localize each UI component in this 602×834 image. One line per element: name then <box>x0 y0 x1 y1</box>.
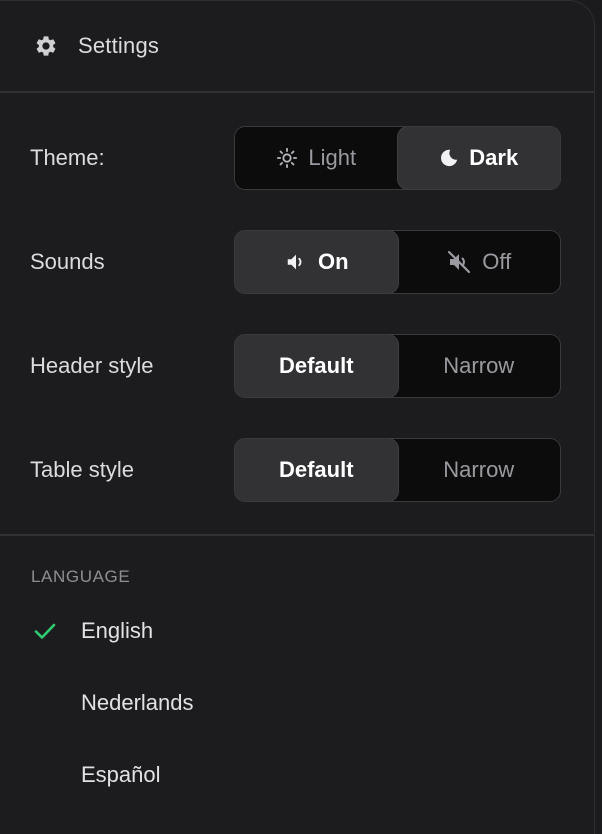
header-style-row: Header style Default Narrow <box>0 334 594 398</box>
sounds-label: Sounds <box>30 249 105 274</box>
language-label: English <box>81 618 154 643</box>
table-style-narrow-label: Narrow <box>443 457 515 482</box>
language-item-english[interactable]: English <box>0 609 594 653</box>
language-heading: LANGUAGE <box>31 567 131 586</box>
sounds-off-button[interactable]: Off <box>398 231 561 293</box>
header-style-narrow-button[interactable]: Narrow <box>398 335 561 397</box>
settings-list: Theme: Light Dark Sounds On Off Header s… <box>0 93 594 536</box>
theme-light-label: Light <box>308 145 357 170</box>
header-style-label: Header style <box>30 353 154 378</box>
language-item-espanol[interactable]: Español <box>0 753 594 797</box>
language-label: Nederlands <box>81 690 194 715</box>
checkmark-icon <box>0 621 81 641</box>
sounds-on-button[interactable]: On <box>235 231 398 293</box>
theme-light-button[interactable]: Light <box>235 127 398 189</box>
table-style-default-label: Default <box>278 457 354 482</box>
sounds-row: Sounds On Off <box>0 230 594 294</box>
table-style-default-button[interactable]: Default <box>235 439 398 501</box>
table-style-narrow-button[interactable]: Narrow <box>398 439 561 501</box>
speaker-icon <box>284 251 308 273</box>
language-section: LANGUAGE English Nederlands Español <box>0 536 594 797</box>
table-style-label: Table style <box>30 457 134 482</box>
sounds-toggle: On Off <box>234 230 561 294</box>
theme-row: Theme: Light Dark <box>0 126 594 190</box>
header-style-default-label: Default <box>278 353 354 378</box>
theme-dark-label: Dark <box>469 145 519 170</box>
speaker-muted-icon <box>446 250 472 274</box>
moon-icon <box>439 148 459 168</box>
theme-toggle: Light Dark <box>234 126 561 190</box>
theme-dark-button[interactable]: Dark <box>397 127 560 189</box>
settings-panel: Settings Theme: Light Dark Sounds On Off… <box>0 0 595 834</box>
language-label: Español <box>81 762 161 787</box>
page-title: Settings <box>78 33 160 58</box>
language-item-nederlands[interactable]: Nederlands <box>0 681 594 725</box>
table-style-row: Table style Default Narrow <box>0 438 594 502</box>
header-style-toggle: Default Narrow <box>234 334 561 398</box>
settings-header: Settings <box>0 1 594 93</box>
header-style-narrow-label: Narrow <box>443 353 515 378</box>
gear-icon <box>33 33 59 59</box>
table-style-toggle: Default Narrow <box>234 438 561 502</box>
theme-label: Theme: <box>30 145 105 170</box>
header-style-default-button[interactable]: Default <box>235 335 398 397</box>
sounds-on-label: On <box>317 249 349 274</box>
sun-icon <box>276 147 298 169</box>
sounds-off-label: Off <box>482 249 512 274</box>
